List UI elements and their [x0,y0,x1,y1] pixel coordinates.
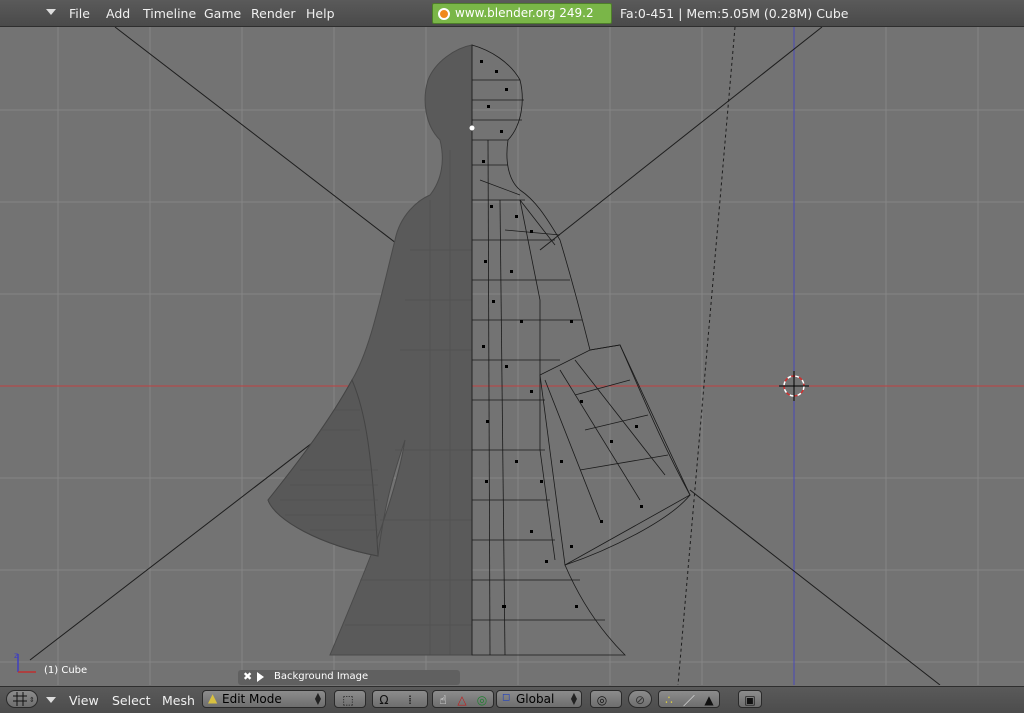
render-preview-button[interactable]: ▣ [738,690,762,708]
proportional-dropdown[interactable]: ◎ [590,690,622,708]
viewport-canvas[interactable] [0,27,1024,685]
global-icon: ◻ [502,692,511,703]
snap-grid-icon: ⁞ [408,693,412,707]
viewport-header: ⇕ View Select Mesh ▲ Edit Mode ▲ ▼ ⬚ Ω ⁞ … [0,686,1024,713]
manipulator-controls[interactable]: ☝ △ ◎ [432,690,494,708]
occlude-button[interactable]: ⊘ [628,690,652,708]
translate-icon: △ [457,693,467,707]
hand-icon: ☝ [439,693,447,707]
top-menu-bar: File Add Timeline Game Render Help www.b… [0,0,1024,27]
menu-add[interactable]: Add [106,6,130,21]
dropdown-arrow-icon: ▲ ▼ [314,691,321,706]
occlude-icon: ⊘ [634,693,646,707]
blender-logo-icon [438,8,450,20]
window-type-button[interactable]: ⇕ [6,690,38,708]
grid-icon: ⇕ [13,692,35,706]
blender-site-tag: www.blender.org 249.2 [432,3,612,24]
menu-timeline[interactable]: Timeline [143,6,196,21]
menu-help[interactable]: Help [306,6,335,21]
menu-mesh[interactable]: Mesh [162,693,195,708]
site-tag-text: www.blender.org 249.2 [455,6,594,20]
magnet-icon: Ω [379,693,389,707]
3d-viewport[interactable] [0,27,1024,685]
vertex-select-icon: ∴ [665,693,673,707]
viewport-grid [0,27,1024,685]
menu-game[interactable]: Game [204,6,241,21]
mode-value: Edit Mode [222,692,282,706]
svg-text:⇕: ⇕ [29,696,35,704]
render-icon: ▣ [744,693,756,707]
pivot-point-dot [469,125,475,131]
play-icon[interactable] [257,672,264,682]
3d-cursor-icon[interactable] [779,371,809,401]
rotate-icon: ◎ [476,693,488,707]
robed-figure-wireframe [471,44,691,656]
proportional-icon: ◎ [596,693,608,707]
edit-mode-icon: ▲ [208,691,218,705]
dropdown-arrow-icon: ▲ ▼ [570,691,577,706]
pivot-dropdown[interactable]: ⬚ [334,690,366,708]
axis-orientation-icon: z [14,651,36,673]
mode-dropdown[interactable]: ▲ Edit Mode ▲ ▼ [202,690,326,708]
snap-controls[interactable]: Ω ⁞ [372,690,428,708]
background-image-panel[interactable]: ✖ Background Image [238,670,460,685]
edge-select-icon: ／ [682,693,695,708]
svg-text:z: z [14,651,18,660]
background-image-label: Background Image [274,671,369,682]
select-mode-controls[interactable]: ∴ ／ ▲ [658,690,720,708]
scene-stats: Fa:0-451 | Mem:5.05M (0.28M) Cube [620,6,849,21]
menu-file[interactable]: File [69,6,90,21]
menu-render[interactable]: Render [251,6,296,21]
header-collapse-icon[interactable] [46,697,56,703]
collapse-triangle-icon[interactable] [46,9,56,15]
robed-figure-solid [267,44,473,656]
close-icon[interactable]: ✖ [243,670,252,683]
orientation-dropdown[interactable]: ◻ Global ▲ ▼ [496,690,582,708]
active-object-label: (1) Cube [44,665,88,676]
cube-pivot-icon: ⬚ [342,693,354,707]
orientation-value: Global [516,692,555,706]
selected-vertices [480,60,643,608]
menu-select[interactable]: Select [112,693,151,708]
menu-view[interactable]: View [69,693,99,708]
camera-lines [29,27,941,685]
face-select-icon: ▲ [704,693,714,707]
